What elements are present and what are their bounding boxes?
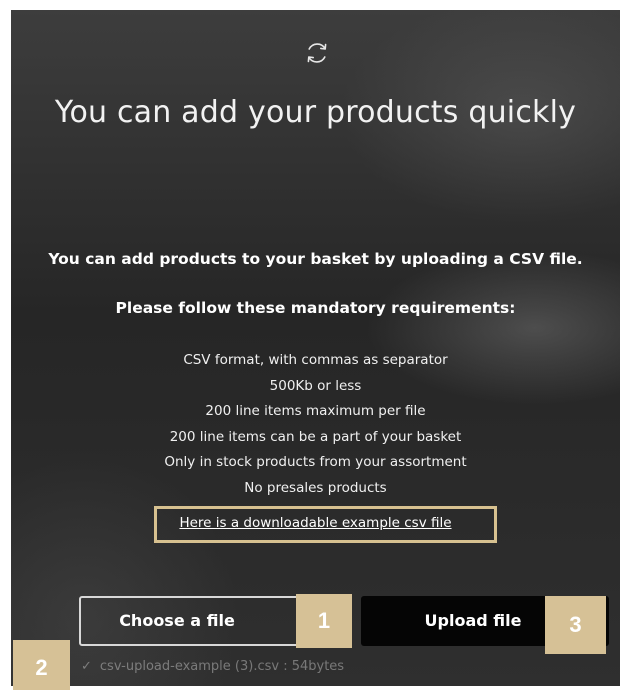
requirements-list: CSV format, with commas as separator 500…	[11, 348, 620, 501]
requirement-item: No presales products	[244, 479, 387, 496]
selected-file-status: ✓ csv-upload-example (3).csv : 54bytes	[81, 659, 344, 674]
requirement-item: 200 line items maximum per file	[205, 403, 426, 419]
requirement-item: Only in stock products from your assortm…	[164, 454, 467, 470]
annotation-badge-1: 1	[296, 594, 352, 648]
requirement-item: CSV format, with commas as separator	[183, 352, 448, 368]
annotation-badge-2: 2	[13, 640, 70, 690]
requirement-item: 500Kb or less	[269, 377, 362, 394]
annotation-badge-3: 3	[545, 596, 606, 654]
example-link-highlight	[154, 506, 497, 543]
intro-text: You can add products to your basket by u…	[48, 250, 583, 268]
check-icon: ✓	[81, 659, 92, 674]
selected-file-name: csv-upload-example (3).csv : 54bytes	[99, 659, 345, 674]
refresh-icon[interactable]	[304, 40, 330, 66]
requirement-item: 200 line items can be a part of your bas…	[169, 428, 462, 445]
upload-dialog: You can add your products quickly You ca…	[11, 10, 620, 686]
dialog-title: You can add your products quickly	[54, 95, 577, 130]
requirements-title: Please follow these mandatory requiremen…	[115, 299, 516, 317]
